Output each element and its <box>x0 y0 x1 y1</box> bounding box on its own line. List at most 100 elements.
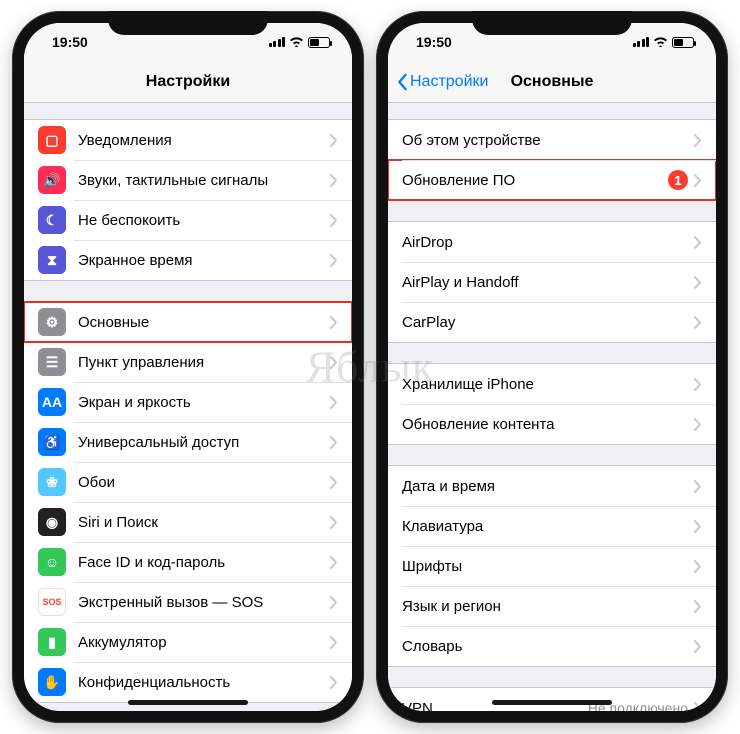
privacy-icon: ✋ <box>38 668 66 696</box>
chevron-right-icon <box>330 596 338 609</box>
list-item[interactable]: ▢Уведомления <box>24 120 352 160</box>
row-label: Словарь <box>402 638 694 655</box>
row-label: Экран и яркость <box>78 394 330 411</box>
row-label: Шрифты <box>402 558 694 575</box>
list-item[interactable]: Об этом устройстве <box>388 120 716 160</box>
nav-bar: Настройки <box>24 61 352 103</box>
display-icon: AA <box>38 388 66 416</box>
row-label: Хранилище iPhone <box>402 376 694 393</box>
list-item[interactable]: ❀ Обои <box>24 462 352 502</box>
chevron-right-icon <box>330 476 338 489</box>
row-label: Звуки, тактильные сигналы <box>78 172 330 189</box>
list-item[interactable]: Словарь <box>388 626 716 666</box>
chevron-right-icon <box>330 556 338 569</box>
battery-icon <box>672 37 694 48</box>
settings-list[interactable]: ▢Уведомления 🔊 Звуки, тактильные сигналы ☾Н… <box>24 103 352 711</box>
list-item[interactable]: ☺Face ID и код-пароль <box>24 542 352 582</box>
row-label: Дата и время <box>402 478 694 495</box>
chevron-right-icon <box>330 676 338 689</box>
back-button[interactable]: Настройки <box>396 61 488 102</box>
row-label: Клавиатура <box>402 518 694 535</box>
list-item[interactable]: Клавиатура <box>388 506 716 546</box>
back-label: Настройки <box>410 73 488 91</box>
list-item[interactable]: AirDrop <box>388 222 716 262</box>
chevron-right-icon <box>694 174 702 187</box>
list-item[interactable]: ✋ Конфиденциальность <box>24 662 352 702</box>
row-label: AirDrop <box>402 234 694 251</box>
switches-icon: ☰ <box>38 348 66 376</box>
wifi-icon <box>289 35 304 50</box>
chevron-right-icon <box>694 316 702 329</box>
row-label: Язык и регион <box>402 598 694 615</box>
row-label: Экранное время <box>78 252 330 269</box>
page-title: Настройки <box>146 73 230 91</box>
page-title: Основные <box>511 73 594 91</box>
general-list[interactable]: Об этом устройстве Обновление ПО1 AirDrop A… <box>388 103 716 711</box>
chevron-right-icon <box>330 254 338 267</box>
battery-icon <box>308 37 330 48</box>
row-label: Обои <box>78 474 330 491</box>
chevron-right-icon <box>330 134 338 147</box>
row-label: CarPlay <box>402 314 694 331</box>
chevron-right-icon <box>694 560 702 573</box>
notification-badge: 1 <box>668 170 688 190</box>
chevron-right-icon <box>694 276 702 289</box>
chevron-right-icon <box>330 214 338 227</box>
chevron-right-icon <box>330 174 338 187</box>
chevron-right-icon <box>694 378 702 391</box>
chevron-right-icon <box>694 236 702 249</box>
list-item[interactable]: ☰Пункт управления <box>24 342 352 382</box>
wallpaper-icon: ❀ <box>38 468 66 496</box>
row-label: Face ID и код-пароль <box>78 554 330 571</box>
list-item[interactable]: ⧗ Экранное время <box>24 240 352 280</box>
row-label: Универсальный доступ <box>78 434 330 451</box>
list-item[interactable]: Хранилище iPhone <box>388 364 716 404</box>
row-label: Экстренный вызов — SOS <box>78 594 330 611</box>
battery-icon: ▮ <box>38 628 66 656</box>
list-item[interactable]: SOS Экстренный вызов — SOS <box>24 582 352 622</box>
chevron-right-icon <box>694 640 702 653</box>
chevron-right-icon <box>330 396 338 409</box>
wifi-icon <box>653 35 668 50</box>
list-item[interactable]: Обновление ПО1 <box>388 160 716 200</box>
home-indicator[interactable] <box>492 700 612 705</box>
chevron-right-icon <box>330 316 338 329</box>
phone-right: 19:50 Настройки Основные Об этом устройс… <box>376 11 728 723</box>
chevron-right-icon <box>694 600 702 613</box>
list-item[interactable]: Язык и регион <box>388 586 716 626</box>
chevron-right-icon <box>694 520 702 533</box>
phone-left: 19:50 Настройки ▢Уведомления 🔊 Звуки, такт… <box>12 11 364 723</box>
list-item[interactable]: Дата и время <box>388 466 716 506</box>
row-label: Обновление контента <box>402 416 694 433</box>
row-label: Обновление ПО <box>402 172 668 189</box>
hourglass-icon: ⧗ <box>38 246 66 274</box>
list-item[interactable]: ⚙ Основные <box>24 302 352 342</box>
status-time: 19:50 <box>52 34 88 50</box>
row-label: Основные <box>78 314 330 331</box>
list-item[interactable]: ▮Аккумулятор <box>24 622 352 662</box>
chevron-right-icon <box>330 436 338 449</box>
nav-bar: Настройки Основные <box>388 61 716 103</box>
chevron-right-icon <box>330 516 338 529</box>
sound-icon: 🔊 <box>38 166 66 194</box>
sos-icon: SOS <box>38 588 66 616</box>
row-label: Конфиденциальность <box>78 674 330 691</box>
list-item[interactable]: AirPlay и Handoff <box>388 262 716 302</box>
list-item[interactable]: AA Экран и яркость <box>24 382 352 422</box>
list-item[interactable]: Обновление контента <box>388 404 716 444</box>
cellular-icon <box>269 37 286 47</box>
list-item[interactable]: Шрифты <box>388 546 716 586</box>
siri-icon: ◉ <box>38 508 66 536</box>
cellular-icon <box>633 37 650 47</box>
row-label: Об этом устройстве <box>402 132 694 149</box>
list-item[interactable]: ☾Не беспокоить <box>24 200 352 240</box>
list-item[interactable]: ♿Универсальный доступ <box>24 422 352 462</box>
chevron-right-icon <box>694 702 702 712</box>
list-item[interactable]: CarPlay <box>388 302 716 342</box>
notch <box>472 11 632 35</box>
list-item[interactable]: 🔊 Звуки, тактильные сигналы <box>24 160 352 200</box>
list-item[interactable]: ◉Siri и Поиск <box>24 502 352 542</box>
moon-icon: ☾ <box>38 206 66 234</box>
home-indicator[interactable] <box>128 700 248 705</box>
gear-icon: ⚙ <box>38 308 66 336</box>
